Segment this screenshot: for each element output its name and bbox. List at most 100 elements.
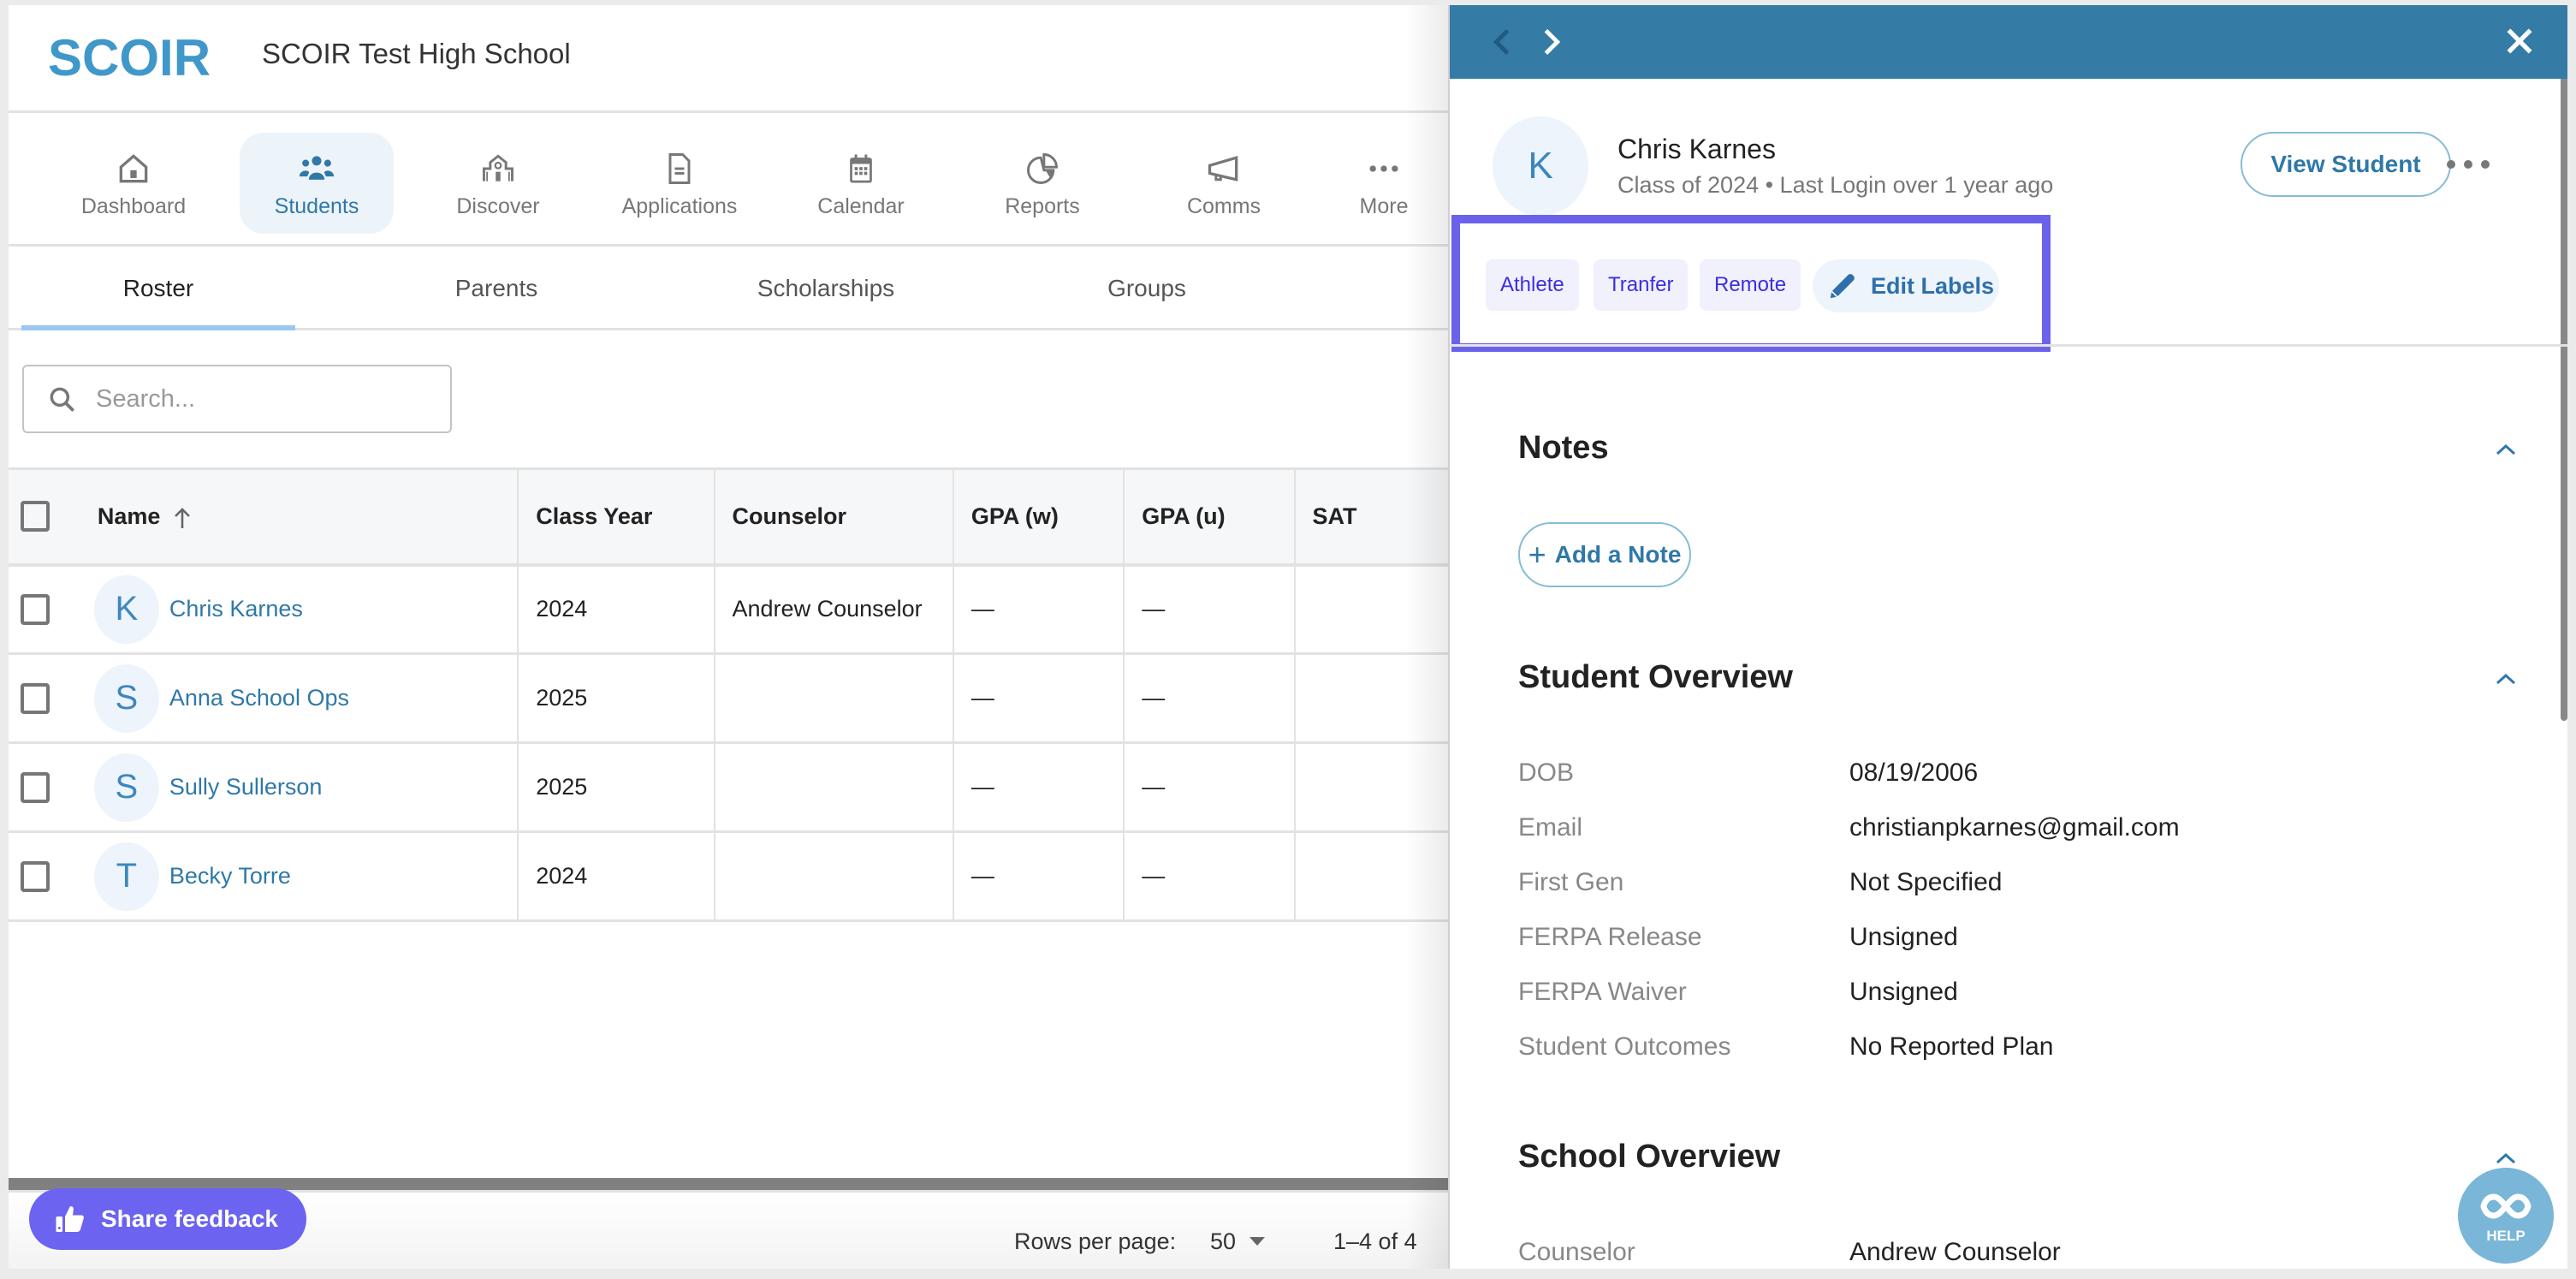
label-chip-athlete[interactable]: Athlete — [1486, 259, 1579, 311]
chevron-left-icon[interactable] — [1489, 26, 1513, 58]
labels-highlight-box: Athlete Tranfer Remote Edit Labels — [1451, 215, 2051, 352]
chevron-up-icon[interactable] — [2494, 442, 2518, 457]
row-checkbox[interactable] — [21, 771, 50, 803]
add-note-button[interactable]: + Add a Note — [1518, 522, 1691, 587]
tab-groups[interactable]: Groups — [1010, 247, 1284, 330]
name-cell: K Chris Karnes — [76, 564, 519, 655]
nav-reports[interactable]: Reports — [965, 133, 1119, 234]
tab-parents[interactable]: Parents — [359, 247, 633, 330]
row-checkbox[interactable] — [21, 860, 50, 892]
more-horizontal-icon — [1369, 165, 1398, 172]
more-options-icon[interactable] — [2442, 158, 2494, 171]
pagination-range: 1–4 of 4 — [1333, 1228, 1417, 1254]
column-header-class-year[interactable]: Class Year — [518, 467, 715, 567]
sort-ascending-icon[interactable] — [172, 506, 193, 530]
nav-applications[interactable]: Applications — [602, 133, 757, 234]
share-feedback-button[interactable]: Share feedback — [29, 1188, 306, 1250]
name-cell: S Anna School Ops — [76, 653, 519, 744]
class-year-cell: 2025 — [518, 742, 715, 833]
caret-down-icon[interactable] — [1249, 1237, 1265, 1246]
infinity-icon — [2480, 1193, 2531, 1219]
main-nav: Dashboard Students Discover Applications… — [9, 116, 1448, 247]
nav-label: Applications — [621, 194, 738, 218]
column-label: Name — [97, 503, 161, 529]
gpa-u-cell: — — [1124, 831, 1296, 922]
student-overview-title: Student Overview — [1518, 659, 1793, 695]
pie-chart-icon — [1027, 153, 1058, 184]
field-value: Unsigned — [1849, 978, 1958, 1006]
chevron-right-icon[interactable] — [1540, 26, 1564, 58]
help-button[interactable]: HELP — [2458, 1168, 2554, 1264]
field-label: DOB — [1518, 758, 1575, 787]
scoir-logo[interactable]: SCOIR — [48, 31, 228, 82]
nav-dashboard[interactable]: Dashboard — [56, 133, 211, 234]
table-row[interactable]: T Becky Torre 2024 — — — [9, 831, 1448, 922]
search-input[interactable] — [96, 378, 438, 419]
column-header-counselor[interactable]: Counselor — [714, 467, 954, 567]
row-select-cell — [9, 653, 77, 744]
rows-per-page-select[interactable]: 50 — [1210, 1228, 1236, 1255]
student-avatar: K — [1493, 116, 1588, 216]
drawer-scrollbar[interactable] — [2561, 79, 2567, 721]
student-name-link[interactable]: Anna School Ops — [169, 685, 349, 711]
table-row[interactable]: K Chris Karnes 2024 Andrew Counselor — — — [9, 564, 1448, 655]
house-icon — [119, 154, 148, 183]
field-value: No Reported Plan — [1849, 1032, 2054, 1061]
close-icon[interactable] — [2504, 26, 2535, 57]
nav-students[interactable]: Students — [240, 133, 394, 234]
view-student-button[interactable]: View Student — [2241, 132, 2451, 197]
student-name-link[interactable]: Becky Torre — [169, 863, 291, 889]
table-row[interactable]: S Anna School Ops 2025 — — — [9, 653, 1448, 744]
gpa-u-cell: — — [1124, 742, 1296, 833]
nav-calendar[interactable]: Calendar — [784, 133, 938, 234]
tab-scholarships[interactable]: Scholarships — [685, 247, 967, 330]
add-note-label: Add a Note — [1554, 541, 1682, 568]
avatar: S — [93, 663, 159, 733]
share-feedback-label: Share feedback — [101, 1205, 278, 1232]
counselor-cell: Andrew Counselor — [714, 564, 954, 655]
table-row[interactable]: S Sully Sullerson 2025 — — — [9, 742, 1448, 833]
gpa-u-cell: — — [1124, 653, 1296, 744]
column-header-name[interactable]: Name — [76, 467, 519, 567]
student-name-link[interactable]: Chris Karnes — [169, 596, 303, 622]
select-all-checkbox[interactable] — [21, 501, 50, 532]
row-select-cell — [9, 742, 77, 833]
logo-text: SCOIR — [48, 31, 211, 82]
counselor-cell — [714, 831, 954, 922]
nav-discover[interactable]: Discover — [421, 133, 575, 234]
gpa-w-cell: — — [953, 653, 1125, 744]
counselor-cell — [714, 653, 954, 744]
drawer-divider — [1450, 344, 2567, 347]
field-label: Email — [1518, 813, 1583, 842]
nav-comms[interactable]: Comms — [1147, 133, 1301, 234]
edit-labels-button[interactable]: Edit Labels — [1813, 259, 1999, 312]
tab-roster[interactable]: Roster — [21, 247, 295, 330]
student-subtitle: Class of 2024 • Last Login over 1 year a… — [1617, 172, 2054, 198]
field-label: FERPA Waiver — [1518, 978, 1687, 1006]
column-header-gpa-w[interactable]: GPA (w) — [953, 467, 1125, 567]
field-label: Counselor — [1518, 1238, 1635, 1266]
gpa-w-cell: — — [953, 742, 1125, 833]
app-window: SCOIR SCOIR Test High School Dashboard S… — [9, 5, 2567, 1269]
column-header-gpa-u[interactable]: GPA (u) — [1124, 467, 1296, 567]
rows-per-page-label: Rows per page: — [1014, 1228, 1177, 1254]
field-value: Andrew Counselor — [1849, 1238, 2061, 1266]
label-chip-remote[interactable]: Remote — [1700, 259, 1801, 311]
chevron-up-icon[interactable] — [2494, 671, 2518, 687]
select-all-cell — [9, 467, 77, 567]
nav-label: Students — [274, 194, 359, 218]
notes-title: Notes — [1518, 430, 1609, 466]
search-icon — [50, 387, 75, 413]
field-value: Unsigned — [1849, 923, 1958, 951]
main-app: SCOIR SCOIR Test High School Dashboard S… — [9, 5, 1448, 1269]
search-field[interactable] — [22, 365, 452, 433]
nav-label: Dashboard — [80, 194, 187, 218]
chevron-up-icon[interactable] — [2494, 1151, 2518, 1166]
label-chip-tranfer[interactable]: Tranfer — [1594, 259, 1689, 311]
row-select-cell — [9, 564, 77, 655]
row-select-cell — [9, 831, 77, 922]
row-checkbox[interactable] — [21, 593, 50, 625]
student-name-link[interactable]: Sully Sullerson — [169, 774, 323, 800]
thumbs-up-icon — [56, 1206, 84, 1232]
row-checkbox[interactable] — [21, 682, 50, 714]
